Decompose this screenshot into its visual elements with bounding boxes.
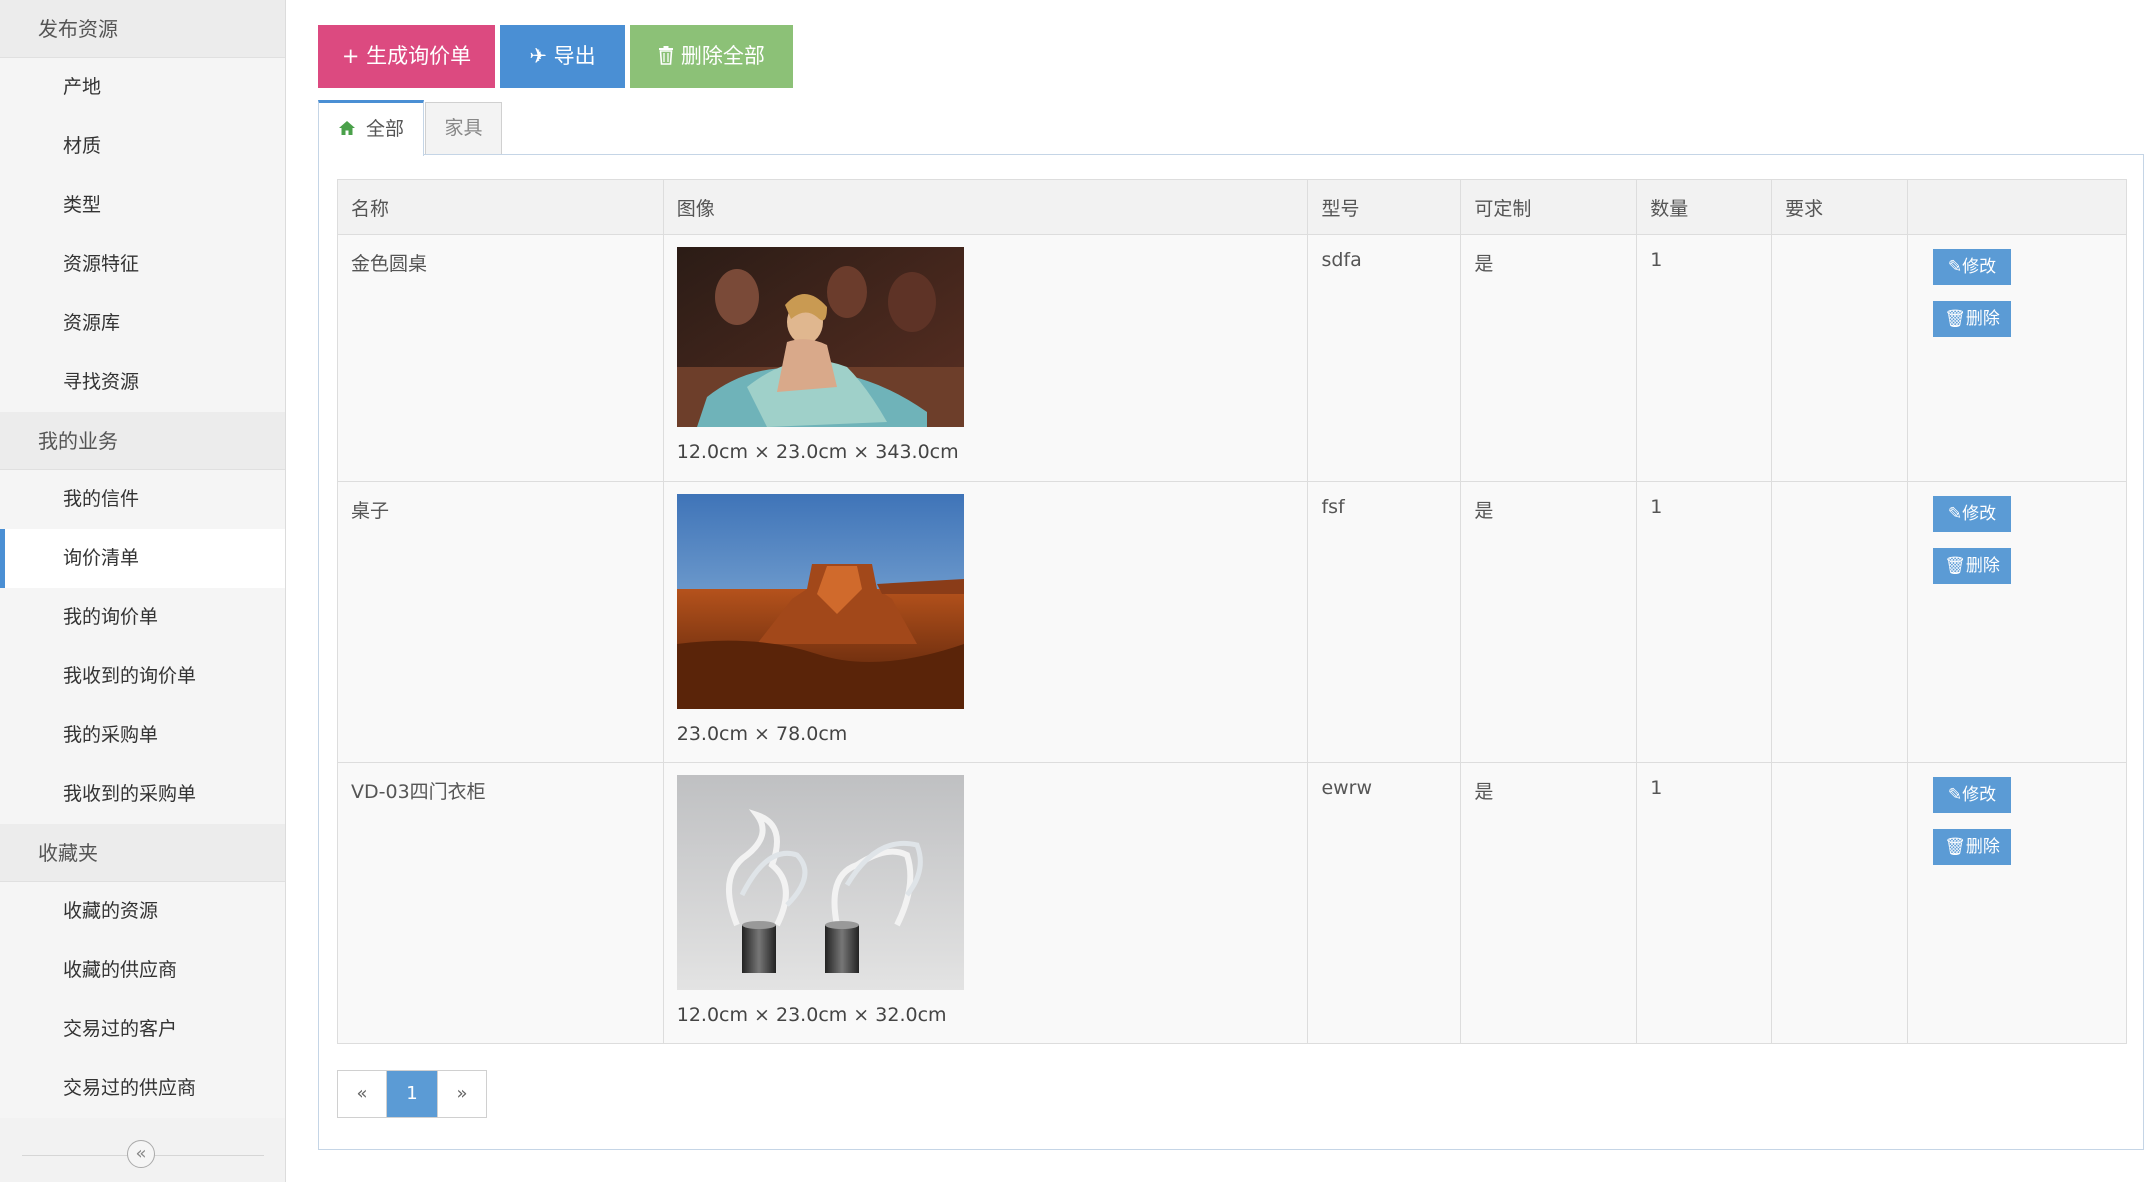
- home-icon: [338, 118, 362, 140]
- sidebar-item-customers[interactable]: 交易过的客户: [0, 1000, 285, 1059]
- delete-label: 删除: [1965, 309, 2000, 329]
- tab-furniture[interactable]: 家具: [425, 102, 502, 154]
- cell-name: VD-03四门衣柜: [337, 762, 664, 1044]
- sidebar-collapse: «: [0, 1132, 286, 1182]
- cell-model: sdfa: [1307, 234, 1462, 482]
- pencil-icon: ✎: [1947, 257, 1963, 277]
- next-page-button[interactable]: »: [438, 1071, 486, 1117]
- edit-button[interactable]: ✎修改: [1933, 249, 2012, 285]
- dimensions-text: 12.0cm × 23.0cm × 32.0cm: [676, 1004, 947, 1026]
- table-row: VD-03四门衣柜 12.0cm × 23.0cm × 32.0cm ewrw …: [337, 762, 2127, 1044]
- cell-image: 12.0cm × 23.0cm × 32.0cm: [662, 762, 1309, 1044]
- column-header-name: 名称: [337, 179, 664, 235]
- trash-icon: [658, 44, 681, 68]
- column-header-model: 型号: [1307, 179, 1462, 235]
- menu-group-business[interactable]: 我的业务: [0, 412, 285, 470]
- delete-all-button[interactable]: 删除全部: [630, 25, 793, 88]
- prev-page-button[interactable]: «: [338, 1071, 387, 1117]
- plus-icon: +: [341, 44, 360, 68]
- cell-model: fsf: [1307, 481, 1462, 763]
- menu-group-favorites[interactable]: 收藏夹: [0, 824, 285, 882]
- cell-customizable: 是: [1460, 481, 1638, 763]
- desert-mesa-thumbnail[interactable]: [676, 494, 964, 709]
- trash-icon: 🗑: [1944, 309, 1966, 329]
- dimensions-text: 12.0cm × 23.0cm × 343.0cm: [676, 441, 959, 463]
- sidebar-item-origin[interactable]: 产地: [0, 58, 285, 117]
- cell-customizable: 是: [1460, 762, 1638, 1044]
- cell-quantity: 1: [1636, 234, 1773, 482]
- sidebar: 发布资源 产地 材质 类型 资源特征 资源库 寻找资源 我的业务 我的信件 询价…: [0, 0, 286, 1182]
- cell-name: 桌子: [337, 481, 664, 763]
- sidebar-item-library[interactable]: 资源库: [0, 294, 285, 353]
- tab-all-label: 全部: [366, 118, 405, 140]
- column-header-quantity: 数量: [1636, 179, 1773, 235]
- menu-group-publish[interactable]: 发布资源: [0, 0, 285, 58]
- cell-image: 12.0cm × 23.0cm × 343.0cm: [662, 234, 1309, 482]
- cell-requirement: [1771, 234, 1909, 482]
- cell-quantity: 1: [1636, 481, 1773, 763]
- delete-all-label: 删除全部: [680, 44, 765, 68]
- sidebar-item-fav-resources[interactable]: 收藏的资源: [0, 882, 285, 941]
- collapse-icon[interactable]: «: [127, 1140, 155, 1168]
- cell-customizable: 是: [1460, 234, 1638, 482]
- trash-icon: 🗑: [1944, 837, 1966, 857]
- export-button[interactable]: ✈ 导出: [500, 25, 625, 88]
- painting-thumbnail[interactable]: [676, 247, 964, 427]
- edit-button[interactable]: ✎修改: [1933, 496, 2012, 532]
- sidebar-item-features[interactable]: 资源特征: [0, 235, 285, 294]
- sidebar-item-type[interactable]: 类型: [0, 176, 285, 235]
- sidebar-item-received-orders[interactable]: 我收到的采购单: [0, 765, 285, 824]
- sidebar-item-my-orders[interactable]: 我的采购单: [0, 706, 285, 765]
- tab-all[interactable]: 全部: [318, 100, 424, 156]
- inquiry-table: 名称 图像 型号 可定制 数量 要求 金色圆桌 12.0cm × 23.0cm …: [337, 179, 2127, 1044]
- cell-actions: ✎修改 🗑删除: [1907, 762, 2127, 1044]
- edit-button[interactable]: ✎修改: [1933, 777, 2012, 813]
- pencil-icon: ✎: [1947, 785, 1963, 805]
- crystal-sculpture-thumbnail[interactable]: [676, 775, 964, 990]
- delete-button[interactable]: 🗑删除: [1933, 301, 2012, 337]
- edit-label: 修改: [1962, 504, 1997, 524]
- sidebar-item-letters[interactable]: 我的信件: [0, 470, 285, 529]
- trash-icon: 🗑: [1944, 556, 1966, 576]
- cell-quantity: 1: [1636, 762, 1773, 1044]
- sidebar-item-my-inquiries[interactable]: 我的询价单: [0, 588, 285, 647]
- export-label: 导出: [553, 44, 596, 68]
- cell-requirement: [1771, 762, 1909, 1044]
- cell-requirement: [1771, 481, 1909, 763]
- sidebar-item-material[interactable]: 材质: [0, 117, 285, 176]
- sidebar-item-inquiry-list[interactable]: 询价清单: [0, 529, 285, 588]
- column-header-requirement: 要求: [1771, 179, 1909, 235]
- sidebar-item-find[interactable]: 寻找资源: [0, 353, 285, 412]
- column-header-customizable: 可定制: [1460, 179, 1638, 235]
- delete-button[interactable]: 🗑删除: [1933, 829, 2012, 865]
- delete-button[interactable]: 🗑删除: [1933, 548, 2012, 584]
- generate-inquiry-label: 生成询价单: [366, 44, 472, 68]
- plane-icon: ✈: [529, 44, 547, 68]
- sidebar-item-fav-suppliers[interactable]: 收藏的供应商: [0, 941, 285, 1000]
- pagination: « 1 »: [337, 1070, 487, 1118]
- column-header-image: 图像: [662, 179, 1309, 235]
- cell-model: ewrw: [1307, 762, 1462, 1044]
- generate-inquiry-button[interactable]: + 生成询价单: [318, 25, 495, 88]
- column-header-actions: [1907, 179, 2127, 235]
- cell-image: 23.0cm × 78.0cm: [662, 481, 1309, 763]
- delete-label: 删除: [1965, 556, 2000, 576]
- table-header-row: 名称 图像 型号 可定制 数量 要求: [337, 179, 2127, 235]
- table-row: 金色圆桌 12.0cm × 23.0cm × 343.0cm sdfa 是 1 …: [337, 234, 2127, 482]
- edit-label: 修改: [1962, 257, 1997, 277]
- cell-actions: ✎修改 🗑删除: [1907, 234, 2127, 482]
- edit-label: 修改: [1962, 785, 1997, 805]
- dimensions-text: 23.0cm × 78.0cm: [676, 723, 848, 745]
- sidebar-item-received-inquiries[interactable]: 我收到的询价单: [0, 647, 285, 706]
- pencil-icon: ✎: [1947, 504, 1963, 524]
- page-1-button[interactable]: 1: [387, 1071, 438, 1117]
- sidebar-item-suppliers[interactable]: 交易过的供应商: [0, 1059, 285, 1118]
- cell-name: 金色圆桌: [337, 234, 664, 482]
- table-row: 桌子 23.0cm × 78.0cm fsf 是 1 ✎修改 🗑删除: [337, 481, 2127, 763]
- delete-label: 删除: [1965, 837, 2000, 857]
- cell-actions: ✎修改 🗑删除: [1907, 481, 2127, 763]
